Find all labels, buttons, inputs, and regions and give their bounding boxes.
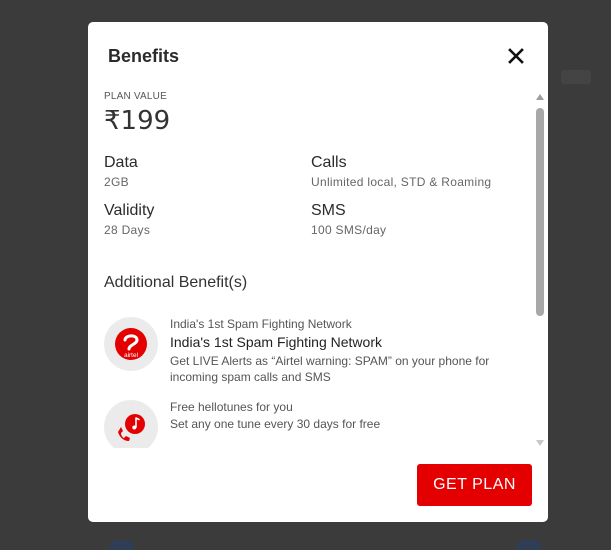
calls-value: Unlimited local, STD & Roaming xyxy=(311,175,492,189)
get-plan-button[interactable]: GET PLAN xyxy=(417,464,532,506)
benefit-texts: India's 1st Spam Fighting Network India'… xyxy=(170,317,510,385)
data-label: Data xyxy=(104,154,138,171)
benefit-description: Get LIVE Alerts as “Airtel warning: SPAM… xyxy=(170,354,490,384)
airtel-logo-text: airtel xyxy=(124,352,139,359)
sms-value: 100 SMS/day xyxy=(311,223,387,237)
scroll-up-arrow[interactable] xyxy=(536,94,544,100)
background-element xyxy=(561,70,591,84)
benefit-description: Set any one tune every 30 days for free xyxy=(170,417,381,431)
benefit-texts: Free hellotunes for you Set any one tune… xyxy=(170,400,510,432)
data-value: 2GB xyxy=(104,175,129,189)
benefit-title: India's 1st Spam Fighting Network xyxy=(170,334,382,350)
validity-field: Validity 28 Days xyxy=(104,202,154,237)
scrollbar[interactable] xyxy=(534,92,546,448)
benefits-scroll-area[interactable]: PLAN VALUE ₹199 Data 2GB Calls Unlimited… xyxy=(88,88,548,448)
close-icon xyxy=(508,48,524,64)
calls-label: Calls xyxy=(311,154,347,171)
validity-value: 28 Days xyxy=(104,223,151,237)
background-element xyxy=(517,540,541,550)
additional-benefits-title: Additional Benefit(s) xyxy=(104,274,248,291)
close-button[interactable] xyxy=(504,44,528,68)
benefit-kicker: Free hellotunes for you xyxy=(170,400,293,414)
airtel-logo-icon: airtel xyxy=(104,317,158,371)
calls-field: Calls Unlimited local, STD & Roaming xyxy=(311,154,491,189)
benefits-modal: Benefits PLAN VALUE ₹199 Data 2GB Calls … xyxy=(88,22,548,522)
modal-title: Benefits xyxy=(108,46,180,66)
sms-field: SMS 100 SMS/day xyxy=(311,202,386,237)
scroll-down-arrow[interactable] xyxy=(536,440,544,446)
data-field: Data 2GB xyxy=(104,154,138,189)
plan-value-label: PLAN VALUE xyxy=(104,91,167,102)
scrollbar-thumb[interactable] xyxy=(536,108,544,316)
background-element xyxy=(110,540,134,550)
benefit-kicker: India's 1st Spam Fighting Network xyxy=(170,317,352,331)
sms-label: SMS xyxy=(311,202,346,219)
hellotunes-icon xyxy=(104,400,158,448)
validity-label: Validity xyxy=(104,202,155,219)
plan-value: ₹199 xyxy=(104,106,171,136)
